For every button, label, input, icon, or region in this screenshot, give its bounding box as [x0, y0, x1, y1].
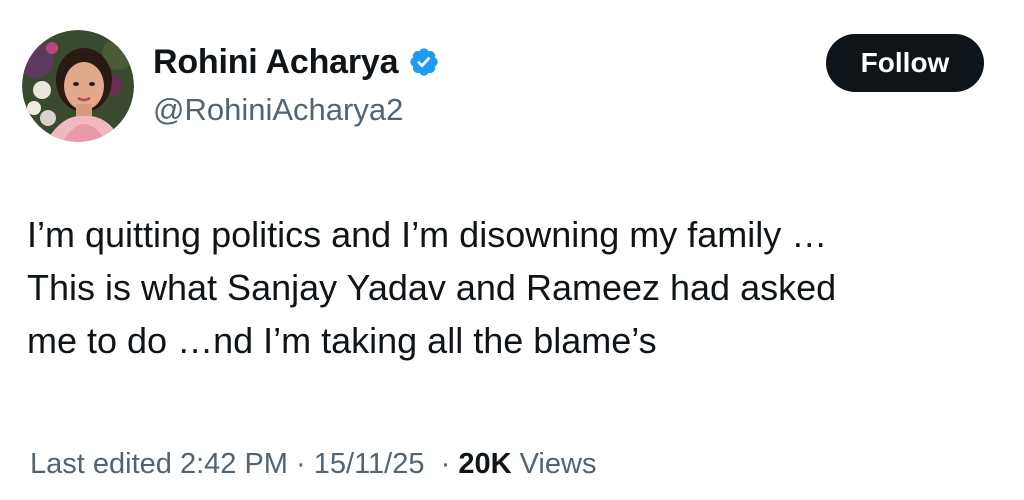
author-display-name[interactable]: Rohini Acharya [153, 42, 399, 82]
views-count: 20K [458, 448, 512, 480]
tweet-text: I’m quitting politics and I’m disowning … [27, 208, 1002, 367]
tweet-meta: Last edited 2:42 PM · 15/11/25 · 20K Vie… [30, 444, 596, 484]
tweet-date: 15/11/25 [313, 448, 425, 480]
edited-prefix[interactable]: Last edited [30, 448, 172, 480]
views-label: Views [519, 448, 597, 480]
author-name-row[interactable]: Rohini Acharya [153, 42, 440, 82]
tweet-text-line: I’m quitting politics and I’m disowning … [27, 214, 828, 255]
profile-photo-icon [22, 30, 134, 142]
verified-badge-icon [410, 48, 438, 76]
author-handle[interactable]: @RohiniAcharya2 [153, 90, 403, 130]
meta-separator: · [296, 448, 306, 480]
tweet-text-line: me to do …nd I’m taking all the blame’s [27, 320, 657, 361]
meta-separator: · [440, 448, 451, 480]
avatar[interactable] [22, 30, 134, 142]
follow-button[interactable]: Follow [826, 34, 984, 92]
tweet-timestamp[interactable]: 2:42 PM · 15/11/25 [180, 448, 425, 480]
views-link[interactable]: 20K Views [458, 448, 596, 480]
tweet-text-line: This is what Sanjay Yadav and Rameez had… [27, 267, 837, 308]
tweet-time: 2:42 PM [179, 448, 288, 480]
